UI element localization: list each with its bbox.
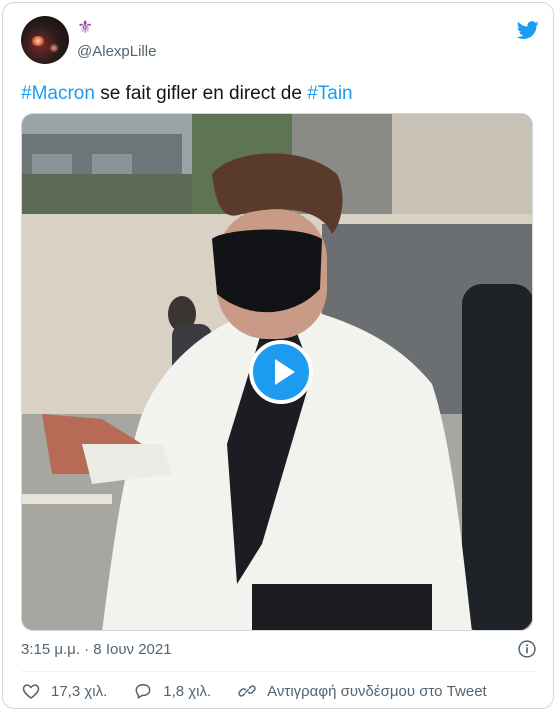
tweet-timestamp[interactable]: 3:15 μ.μ. · 8 Ιουν 2021	[21, 641, 172, 658]
hashtag-link[interactable]: #Tain	[307, 83, 352, 104]
twitter-bird-icon[interactable]	[515, 19, 541, 41]
link-icon	[238, 685, 256, 697]
play-button[interactable]	[249, 340, 313, 404]
action-bar: 17,3 χιλ. 1,8 χιλ. Αντιγραφή συνδέσμου σ…	[21, 679, 513, 703]
copy-link-label: Αντιγραφή συνδέσμου στο Tweet	[267, 682, 487, 700]
reply-count: 1,8 χιλ.	[163, 682, 212, 700]
like-count: 17,3 χιλ.	[51, 682, 108, 700]
divider	[21, 671, 535, 672]
hashtag-link[interactable]: #Macron	[21, 83, 95, 104]
avatar[interactable]	[21, 16, 69, 64]
video-player[interactable]	[21, 113, 533, 631]
tweet-text: #Macron se fait gifler en direct de #Tai…	[21, 81, 353, 107]
copy-link-button[interactable]: Αντιγραφή συνδέσμου στο Tweet	[237, 681, 487, 701]
reply-button[interactable]: 1,8 χιλ.	[133, 681, 211, 701]
fleur-de-lis-icon: ⚜	[77, 17, 94, 37]
info-icon[interactable]	[517, 639, 537, 659]
heart-icon	[22, 684, 40, 699]
tweet-text-body: se fait gifler en direct de	[94, 83, 308, 104]
tweet-card: ⚜ @AlexpLille #Macron se fait gifler en …	[2, 2, 554, 709]
like-button[interactable]: 17,3 χιλ.	[21, 681, 107, 701]
author-handle[interactable]: @AlexpLille	[77, 43, 156, 60]
author-display-name[interactable]: ⚜	[77, 17, 93, 39]
speech-bubble-icon	[135, 684, 151, 699]
